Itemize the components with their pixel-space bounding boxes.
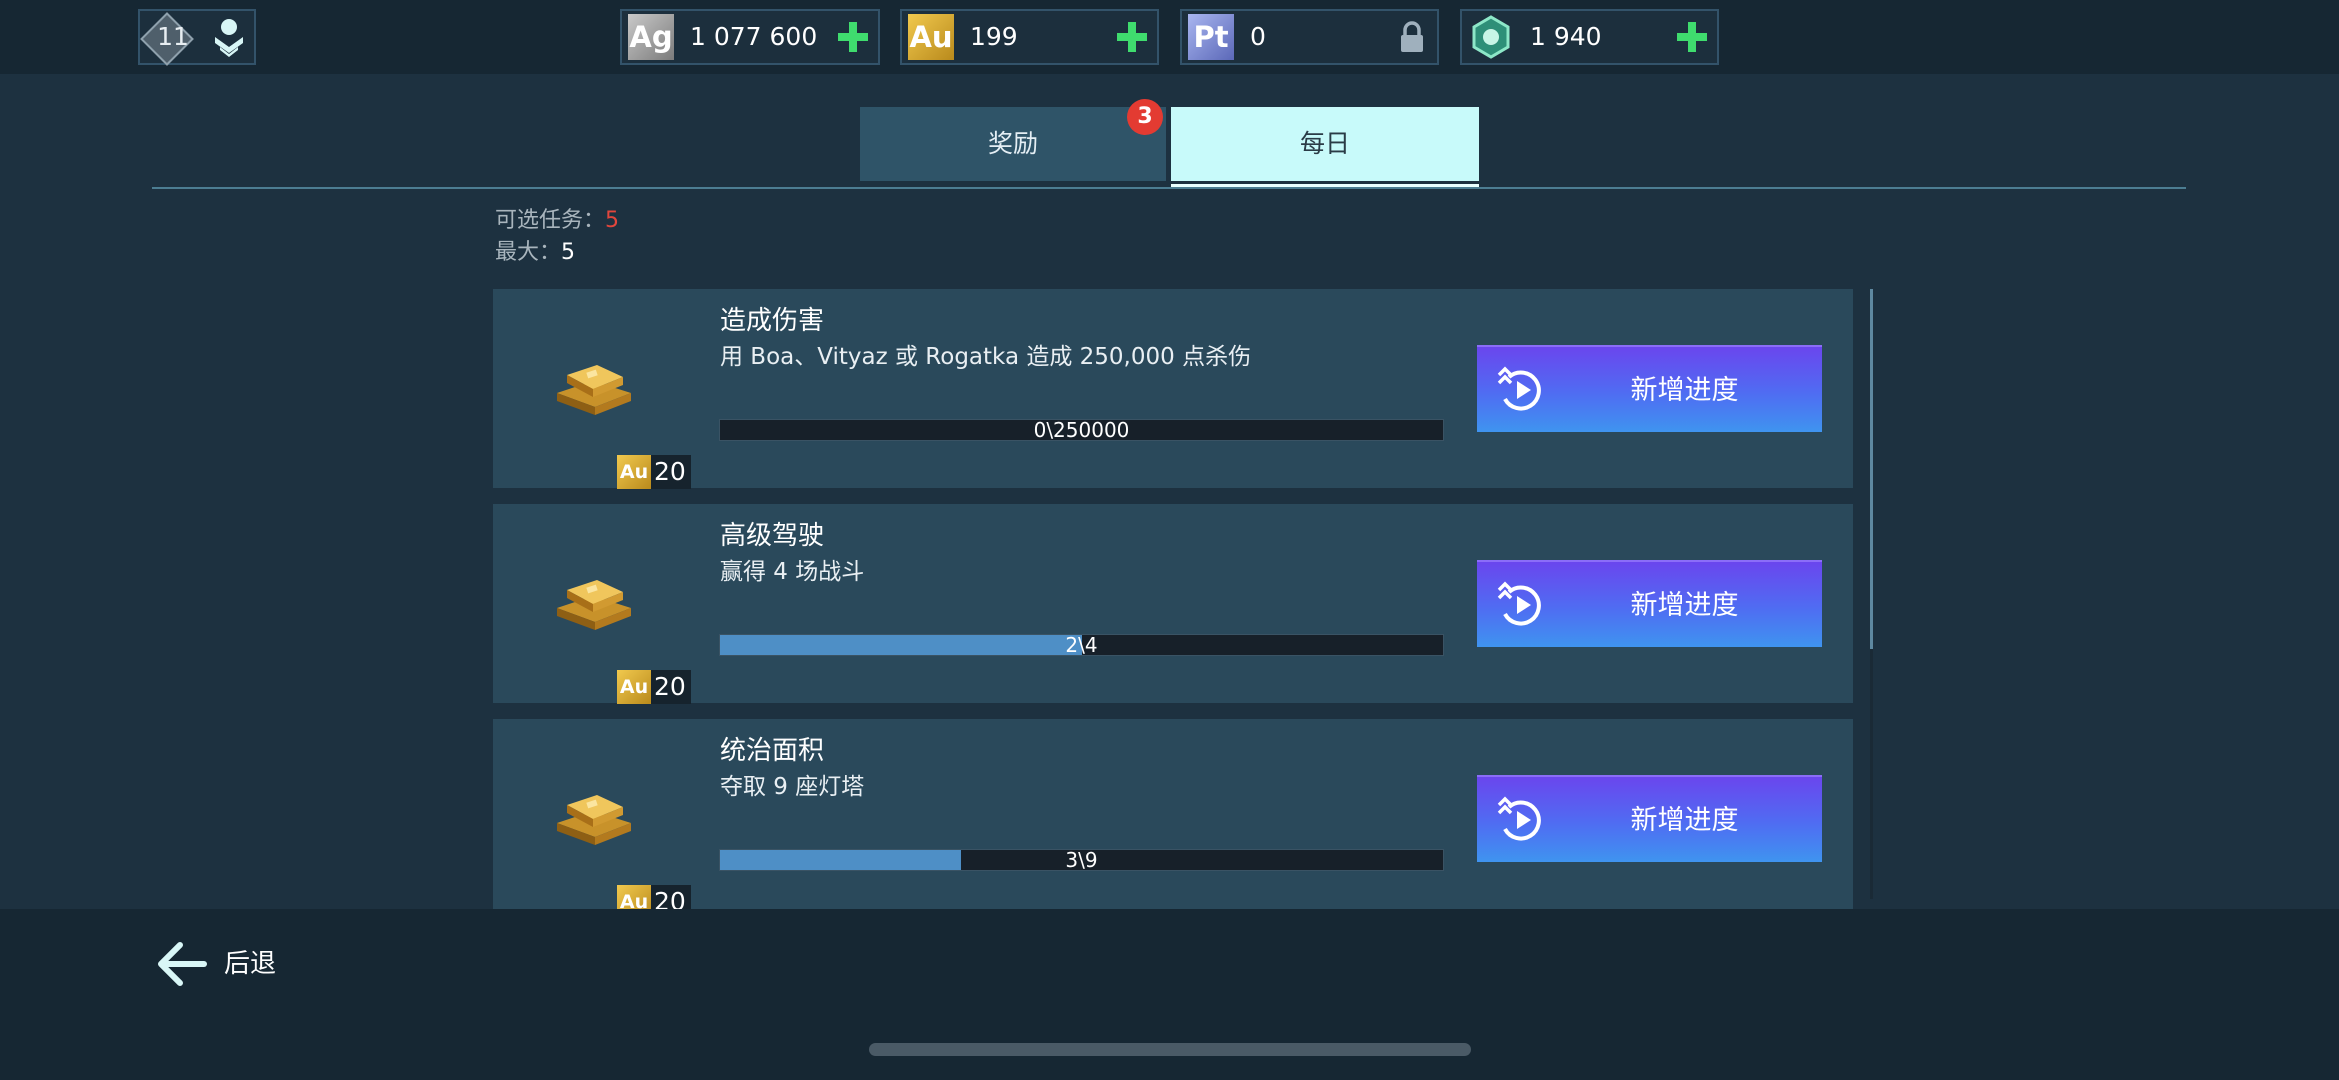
progress-text: 3\9 bbox=[1065, 849, 1098, 871]
currency-gems: 1 940 bbox=[1460, 9, 1719, 65]
silver-icon: Ag bbox=[628, 14, 674, 60]
scrollbar-thumb[interactable] bbox=[1870, 289, 1873, 649]
player-level-panel[interactable]: 11 bbox=[138, 9, 256, 66]
available-tasks-counter: 可选任务：5 bbox=[495, 202, 619, 234]
gold-reward-icon: Au bbox=[617, 885, 651, 909]
task-title: 高级驾驶 bbox=[720, 521, 825, 551]
replay-play-icon bbox=[1497, 581, 1541, 626]
task-progress-bar: 3\9 bbox=[719, 849, 1444, 871]
back-arrow-icon bbox=[158, 942, 207, 986]
add-gems-icon[interactable] bbox=[1675, 20, 1709, 54]
tab-rewards[interactable]: 奖励 bbox=[860, 107, 1166, 181]
task-card: Au 20 统治面积 夺取 9 座灯塔 3\9 新增进度 bbox=[493, 719, 1853, 909]
available-tasks-label: 可选任务： bbox=[495, 208, 606, 233]
add-progress-label: 新增进度 bbox=[1630, 590, 1739, 621]
currency-silver: Ag 1 077 600 bbox=[620, 9, 880, 65]
gem-amount: 1 940 bbox=[1530, 22, 1602, 51]
gold-bars-icon bbox=[557, 365, 631, 415]
home-indicator[interactable] bbox=[869, 1043, 1471, 1056]
player-level: 11 bbox=[157, 22, 189, 51]
gem-hexagon-icon bbox=[1472, 15, 1510, 59]
max-tasks-counter: 最大：5 bbox=[495, 234, 575, 266]
platinum-icon: Pt bbox=[1188, 14, 1234, 60]
available-tasks-value: 5 bbox=[605, 208, 620, 233]
silver-amount: 1 077 600 bbox=[690, 22, 818, 51]
add-progress-label: 新增进度 bbox=[1630, 805, 1739, 836]
replay-play-icon bbox=[1497, 796, 1541, 841]
tab-divider bbox=[152, 187, 2186, 189]
tab-daily[interactable]: 每日 bbox=[1171, 107, 1479, 181]
platinum-amount: 0 bbox=[1250, 22, 1266, 51]
reward-amount: 20 bbox=[654, 887, 686, 909]
task-title: 统治面积 bbox=[720, 736, 825, 766]
max-tasks-value: 5 bbox=[561, 240, 576, 265]
task-title: 造成伤害 bbox=[720, 306, 825, 336]
reward-tag: Au 20 bbox=[617, 455, 691, 489]
add-silver-icon[interactable] bbox=[836, 20, 870, 54]
back-label: 后退 bbox=[224, 949, 277, 979]
gold-reward-icon: Au bbox=[617, 670, 651, 704]
task-description: 赢得 4 场战斗 bbox=[720, 559, 865, 585]
task-progress-bar: 0\250000 bbox=[719, 419, 1444, 441]
add-progress-button[interactable]: 新增进度 bbox=[1477, 345, 1822, 432]
add-progress-button[interactable]: 新增进度 bbox=[1477, 560, 1822, 647]
task-progress-bar: 2\4 bbox=[719, 634, 1444, 656]
add-gold-icon[interactable] bbox=[1115, 20, 1149, 54]
rank-icon bbox=[215, 19, 243, 57]
gold-amount: 199 bbox=[970, 22, 1018, 51]
max-tasks-label: 最大： bbox=[495, 240, 562, 265]
add-progress-label: 新增进度 bbox=[1630, 375, 1739, 406]
task-description: 夺取 9 座灯塔 bbox=[720, 774, 865, 800]
replay-play-icon bbox=[1497, 366, 1541, 411]
task-screen: 11 Ag 1 077 600 Au 199 Pt 0 1 940 奖励 3 每… bbox=[0, 0, 2339, 1080]
currency-platinum: Pt 0 bbox=[1180, 9, 1439, 65]
back-button[interactable]: 后退 bbox=[156, 938, 316, 990]
reward-amount: 20 bbox=[654, 457, 686, 486]
gold-reward-icon: Au bbox=[617, 455, 651, 489]
rewards-notification-badge: 3 bbox=[1127, 99, 1163, 135]
task-list[interactable]: Au 20 造成伤害 用 Boa、Vityaz 或 Rogatka 造成 250… bbox=[0, 289, 2339, 909]
task-card: Au 20 高级驾驶 赢得 4 场战斗 2\4 新增进度 bbox=[493, 504, 1853, 704]
task-card: Au 20 造成伤害 用 Boa、Vityaz 或 Rogatka 造成 250… bbox=[493, 289, 1853, 489]
gold-bars-icon bbox=[557, 795, 631, 845]
reward-tag: Au 20 bbox=[617, 885, 691, 909]
gold-bars-icon bbox=[557, 580, 631, 630]
currency-gold: Au 199 bbox=[900, 9, 1159, 65]
top-bar: 11 Ag 1 077 600 Au 199 Pt 0 1 940 bbox=[0, 0, 2339, 74]
progress-text: 0\250000 bbox=[1033, 419, 1130, 441]
lock-icon bbox=[1401, 21, 1423, 52]
add-progress-button[interactable]: 新增进度 bbox=[1477, 775, 1822, 862]
task-description: 用 Boa、Vityaz 或 Rogatka 造成 250,000 点杀伤 bbox=[720, 344, 1252, 370]
gold-icon: Au bbox=[908, 14, 954, 60]
reward-amount: 20 bbox=[654, 672, 686, 701]
progress-text: 2\4 bbox=[1065, 634, 1098, 656]
reward-tag: Au 20 bbox=[617, 670, 691, 704]
